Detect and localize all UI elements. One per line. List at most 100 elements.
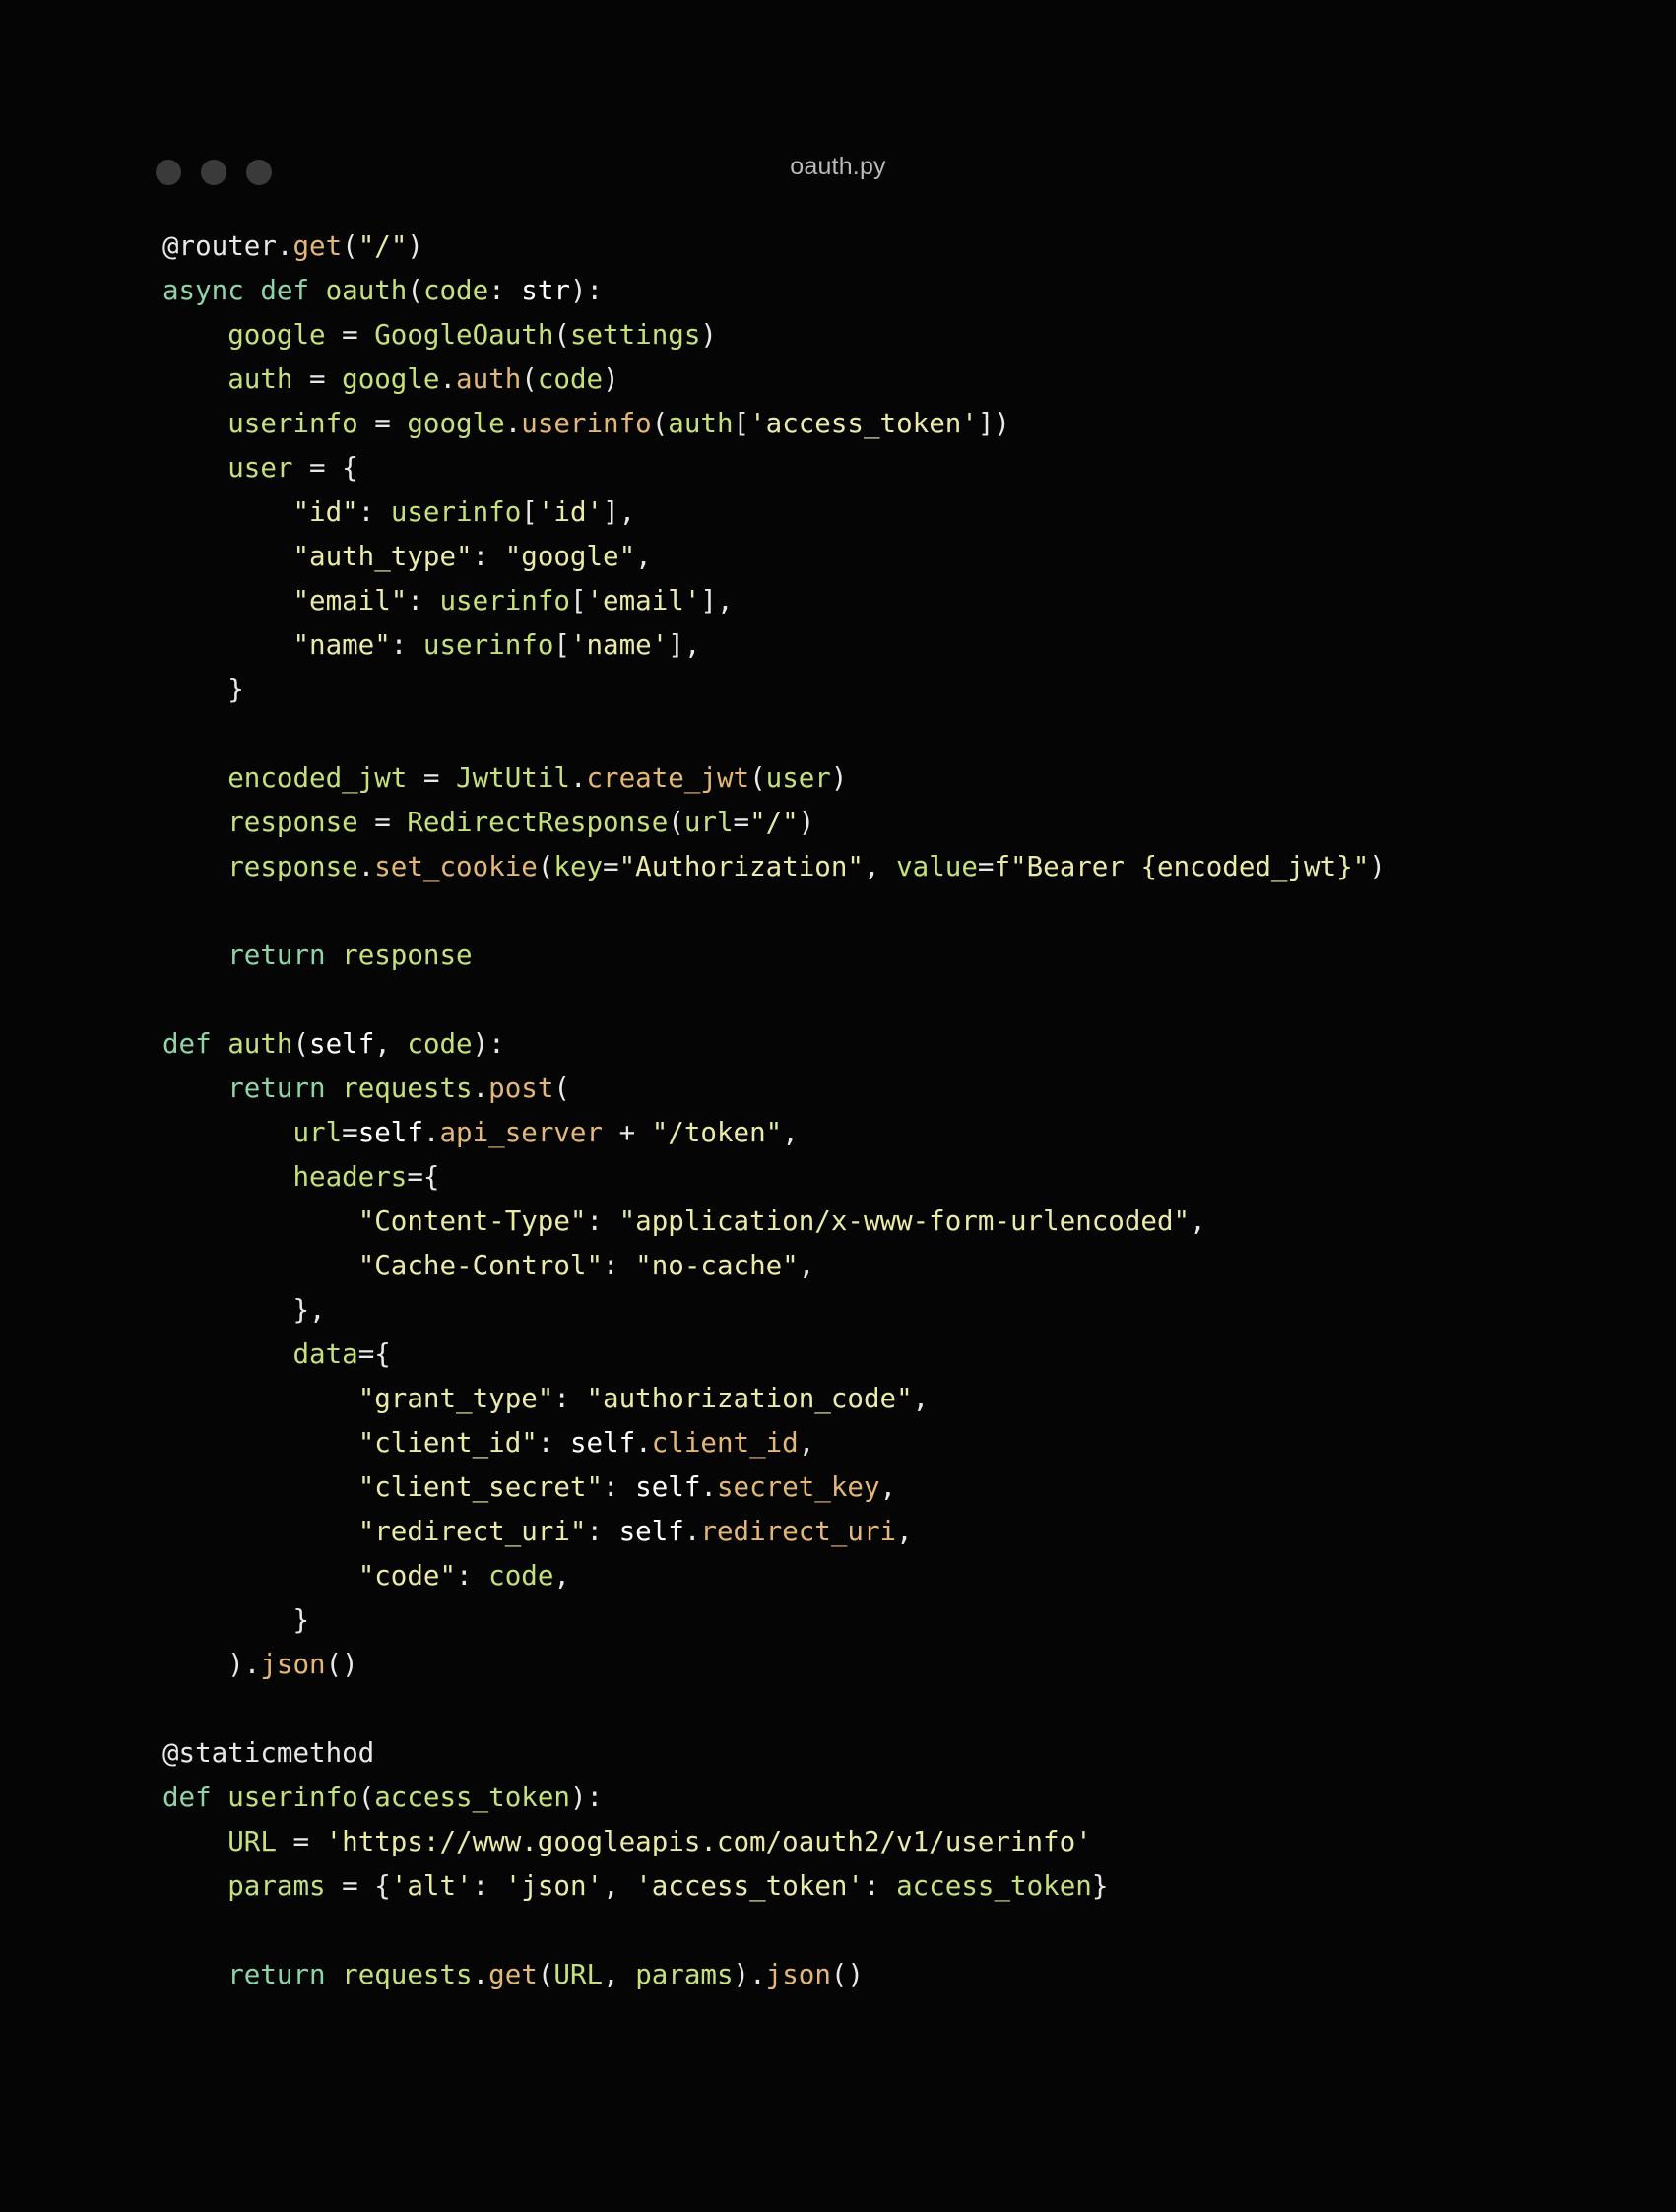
code-token: post: [488, 1073, 554, 1104]
code-line: },: [162, 1288, 1676, 1333]
code-line: @staticmethod: [162, 1731, 1676, 1776]
code-token: :: [390, 629, 423, 661]
code-token: response: [342, 940, 473, 971]
code-line: response = RedirectResponse(url="/"): [162, 801, 1676, 845]
code-token: :: [864, 1870, 897, 1902]
code-token: userinfo: [422, 629, 554, 661]
code-token: response: [227, 807, 358, 838]
code-token: "redirect_uri": [357, 1516, 587, 1547]
code-token: auth: [227, 1028, 293, 1060]
code-line: URL = 'https://www.googleapis.com/oauth2…: [162, 1820, 1676, 1864]
code-line: @router.get("/"): [162, 225, 1676, 269]
code-token: (: [553, 319, 570, 351]
code-token: },: [162, 1294, 326, 1326]
code-token: ): [407, 230, 423, 262]
code-token: (): [325, 1649, 358, 1680]
code-token: :: [488, 275, 522, 306]
code-token: :: [586, 1205, 619, 1237]
code-token: "client_secret": [357, 1471, 604, 1503]
code-token: url: [292, 1117, 343, 1148]
code-token: }: [162, 674, 244, 705]
code-token: response: [227, 851, 358, 882]
code-token: :: [603, 1471, 636, 1503]
code-token: settings: [569, 319, 701, 351]
code-editor-content[interactable]: @router.get("/") async def oauth(code: st…: [162, 225, 1676, 1997]
code-token: client_id: [651, 1427, 799, 1459]
code-token: return: [227, 1073, 343, 1104]
code-token: =: [357, 807, 408, 838]
code-token: URL: [227, 1826, 277, 1857]
code-token: ):: [569, 1782, 604, 1813]
code-token: ,: [553, 1560, 570, 1592]
code-token: ],: [603, 496, 636, 528]
code-token: (: [537, 1959, 554, 1990]
code-token: code: [422, 275, 489, 306]
code-token: 'access_token': [749, 408, 978, 439]
code-token: :: [603, 1250, 636, 1281]
code-token: (: [357, 1782, 375, 1813]
code-token: =: [407, 762, 457, 794]
code-token: =: [276, 1826, 326, 1857]
code-token: "client_id": [357, 1427, 538, 1459]
code-token: :: [407, 585, 440, 617]
code-line: "redirect_uri": self.redirect_uri,: [162, 1510, 1676, 1554]
code-token: .: [422, 1117, 440, 1148]
code-token: 'alt': [390, 1870, 473, 1902]
code-token: @staticmethod: [162, 1737, 375, 1769]
code-token: ,: [879, 1471, 897, 1503]
code-line: google = GoogleOauth(settings): [162, 313, 1676, 358]
code-token: .: [569, 762, 587, 794]
code-token: api_server: [439, 1117, 604, 1148]
code-token: .: [472, 1959, 489, 1990]
code-token: =: [733, 807, 750, 838]
code-token: RedirectResponse: [407, 807, 669, 838]
code-token: +: [603, 1117, 652, 1148]
code-token: "id": [292, 496, 358, 528]
code-token: set_cookie: [374, 851, 538, 882]
code-window: oauth.py @router.get("/") async def oauth…: [0, 0, 1676, 2212]
code-token: =: [603, 851, 619, 882]
code-token: ]): [977, 408, 1010, 439]
code-token: ): [830, 762, 848, 794]
code-line: async def oauth(code: str):: [162, 269, 1676, 313]
code-line: }: [162, 1598, 1676, 1643]
code-token: "Cache-Control": [357, 1250, 604, 1281]
code-token: :: [472, 541, 505, 572]
code-token: [: [569, 585, 587, 617]
code-token: "auth_type": [292, 541, 473, 572]
code-token: secret_key: [716, 1471, 880, 1503]
code-line: return response: [162, 934, 1676, 978]
code-token: ): [798, 807, 815, 838]
code-token: def: [162, 1782, 228, 1813]
code-token: .: [635, 1427, 652, 1459]
code-line: "auth_type": "google",: [162, 535, 1676, 579]
code-token: (: [521, 363, 538, 395]
code-line: headers={: [162, 1155, 1676, 1200]
code-line: ).json(): [162, 1643, 1676, 1687]
code-token: "code": [357, 1560, 457, 1592]
code-token: .: [357, 851, 375, 882]
code-token: :: [586, 1516, 619, 1547]
code-token: ,: [635, 541, 652, 572]
code-token: headers: [292, 1161, 408, 1193]
code-token: ):: [569, 275, 604, 306]
code-token: google: [227, 319, 326, 351]
code-token: ={: [407, 1161, 440, 1193]
code-token: params: [635, 1959, 734, 1990]
code-token: code: [407, 1028, 473, 1060]
code-token: "google": [504, 541, 636, 572]
code-token: ): [700, 319, 717, 351]
code-token: ): [603, 363, 619, 395]
